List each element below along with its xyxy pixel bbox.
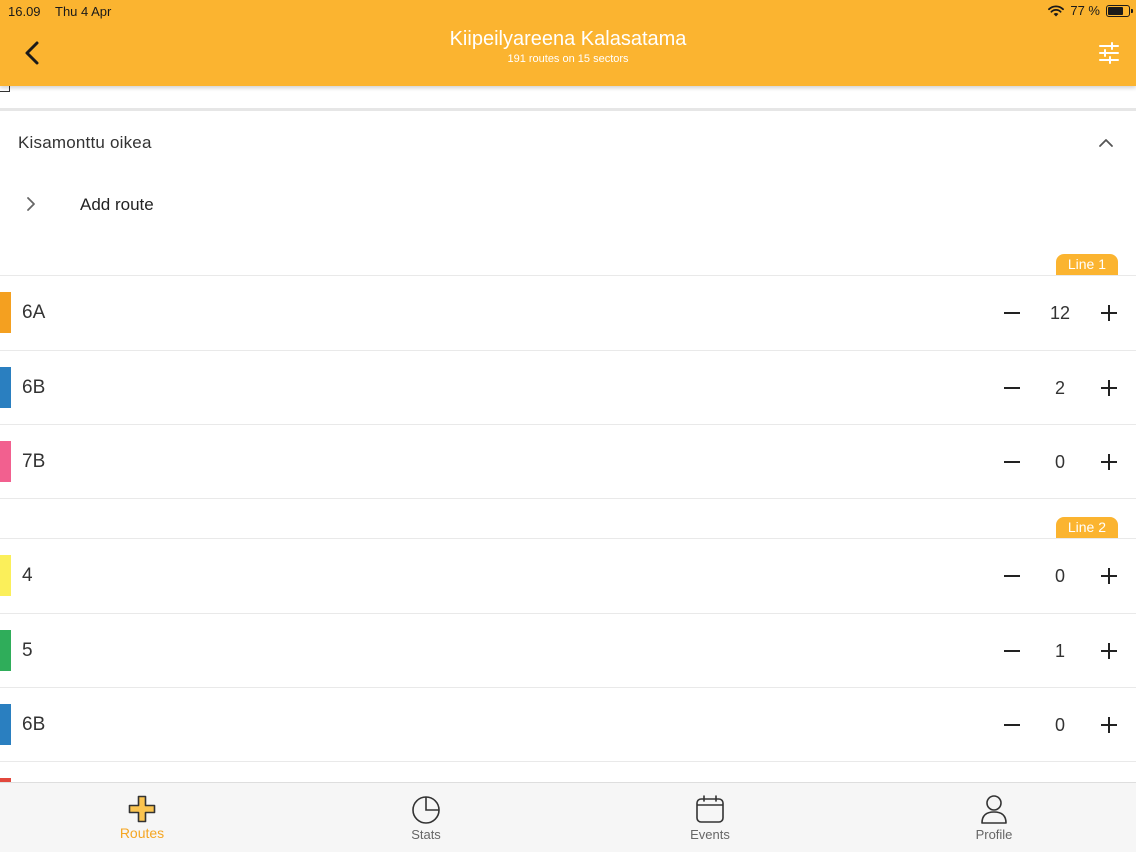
- decrement-button[interactable]: [1000, 298, 1024, 328]
- route-grade: 7B: [22, 451, 46, 472]
- page-subtitle: 191 routes on 15 sectors: [507, 53, 629, 65]
- ascent-count: 0: [1054, 715, 1065, 735]
- increment-button[interactable]: [1097, 561, 1121, 591]
- route-color-marker: [0, 441, 11, 482]
- wifi-icon: [1048, 4, 1065, 16]
- sliders-icon: [1099, 42, 1119, 64]
- filter-button[interactable]: [1098, 42, 1120, 64]
- route-row[interactable]: 6A 12: [0, 275, 1136, 349]
- increment-button[interactable]: [1097, 447, 1121, 477]
- battery-level: [1108, 6, 1124, 15]
- route-list: Kisamonttu oikea Add route Line 1 6A 12 …: [0, 86, 1136, 782]
- tab-stats[interactable]: Stats: [284, 783, 568, 852]
- route-row[interactable]: 5 1: [0, 613, 1136, 687]
- tab-bar: Routes Stats Events Profile: [0, 782, 1136, 852]
- route-grade: 5: [22, 640, 33, 661]
- tab-routes[interactable]: Routes: [0, 783, 284, 852]
- route-grade: 6B: [22, 714, 46, 735]
- row-divider: [0, 761, 1136, 762]
- pie-chart-icon: [412, 796, 440, 824]
- increment-button[interactable]: [1097, 298, 1121, 328]
- decrement-button[interactable]: [1000, 636, 1024, 666]
- chevron-right-icon: [27, 197, 35, 211]
- tab-label: Stats: [411, 827, 441, 842]
- decrement-button[interactable]: [1000, 447, 1024, 477]
- chevron-up-icon: [1099, 139, 1113, 147]
- status-date: Thu 4 Apr: [55, 4, 112, 19]
- plus-hold-icon: [128, 795, 156, 823]
- collapse-button[interactable]: [1098, 136, 1114, 150]
- page-title: Kiipeilyareena Kalasatama: [449, 28, 687, 50]
- add-route-label: Add route: [80, 195, 154, 214]
- line-badge: Line 1: [1055, 254, 1118, 275]
- tab-label: Profile: [975, 827, 1013, 842]
- sector-title: Kisamonttu oikea: [18, 133, 152, 152]
- add-route-button[interactable]: Add route: [18, 186, 418, 224]
- ascent-count: 0: [1054, 452, 1065, 472]
- ascent-count: 0: [1054, 566, 1065, 586]
- battery-icon: [1106, 4, 1133, 17]
- route-row[interactable]: 6B 2: [0, 350, 1136, 424]
- route-row[interactable]: 7B 0: [0, 424, 1136, 498]
- tab-label: Events: [690, 827, 730, 842]
- ascent-count: 1: [1054, 641, 1065, 661]
- status-indicators: 77 %: [1048, 3, 1133, 18]
- partial-checkbox: [0, 86, 10, 92]
- route-row[interactable]: 4 0: [0, 538, 1136, 612]
- route-color-marker: [0, 555, 11, 596]
- person-icon: [981, 795, 1007, 824]
- tab-events[interactable]: Events: [568, 783, 852, 852]
- route-grade: 4: [22, 565, 33, 586]
- route-color-marker: [0, 704, 11, 745]
- increment-button[interactable]: [1097, 710, 1121, 740]
- decrement-button[interactable]: [1000, 561, 1024, 591]
- route-color-marker: [0, 367, 11, 408]
- status-time: 16.09: [8, 4, 41, 19]
- route-color-marker: [0, 630, 11, 671]
- decrement-button[interactable]: [1000, 373, 1024, 403]
- tab-profile[interactable]: Profile: [852, 783, 1136, 852]
- increment-button[interactable]: [1097, 373, 1121, 403]
- calendar-icon: [696, 795, 724, 823]
- route-grade: 6A: [22, 302, 46, 323]
- route-color-marker: [0, 292, 11, 333]
- row-divider: [0, 498, 1136, 499]
- ascent-count: 2: [1054, 378, 1065, 398]
- battery-percent: 77 %: [1070, 3, 1100, 18]
- section-divider: [0, 108, 1136, 111]
- route-row[interactable]: 6B 0: [0, 687, 1136, 761]
- route-grade: 6B: [22, 377, 46, 398]
- decrement-button[interactable]: [1000, 710, 1024, 740]
- ascent-count: 12: [1049, 303, 1071, 323]
- line-badge: Line 2: [1055, 517, 1118, 538]
- tab-label: Routes: [119, 825, 165, 841]
- increment-button[interactable]: [1097, 636, 1121, 666]
- app-header: 16.09 Thu 4 Apr 77 % Kiipeilyareena Kala…: [0, 0, 1136, 86]
